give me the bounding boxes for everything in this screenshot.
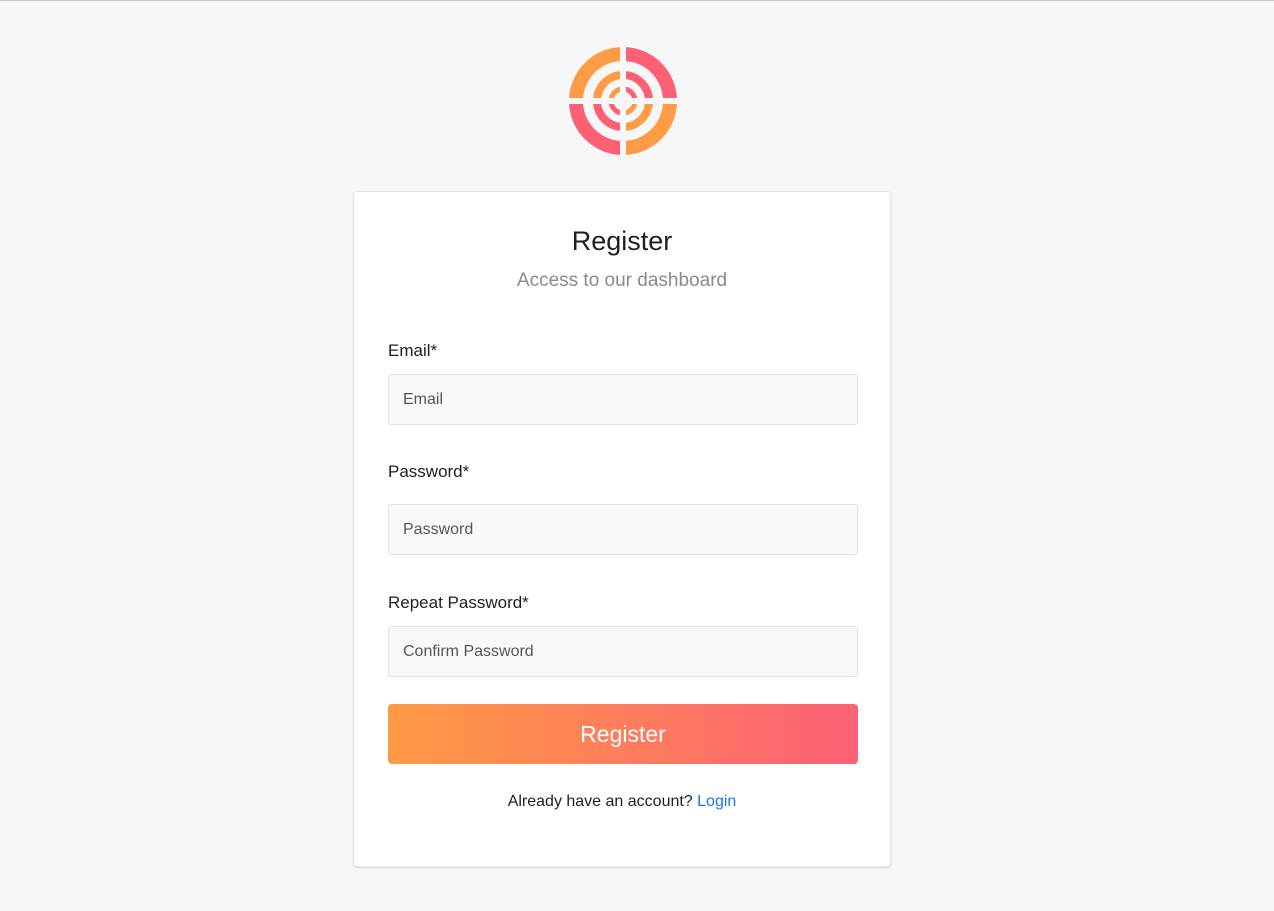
email-label: Email* (388, 341, 438, 360)
register-card: Register Access to our dashboard Email* … (353, 191, 891, 867)
target-logo-icon (566, 44, 680, 158)
register-button[interactable]: Register (388, 704, 858, 764)
login-prompt-text: Already have an account? (507, 793, 693, 810)
page-subtitle: Access to our dashboard (516, 270, 728, 291)
login-link[interactable]: Login (697, 793, 736, 810)
confirm-password-field[interactable] (388, 626, 858, 677)
top-border (0, 0, 1274, 1)
password-field[interactable] (388, 504, 858, 555)
password-label: Password* (388, 462, 470, 481)
page-title: Register (571, 226, 673, 256)
repeat-password-label: Repeat Password* (388, 593, 529, 612)
login-prompt: Already have an account? Login (354, 793, 890, 811)
email-field[interactable] (388, 374, 858, 425)
